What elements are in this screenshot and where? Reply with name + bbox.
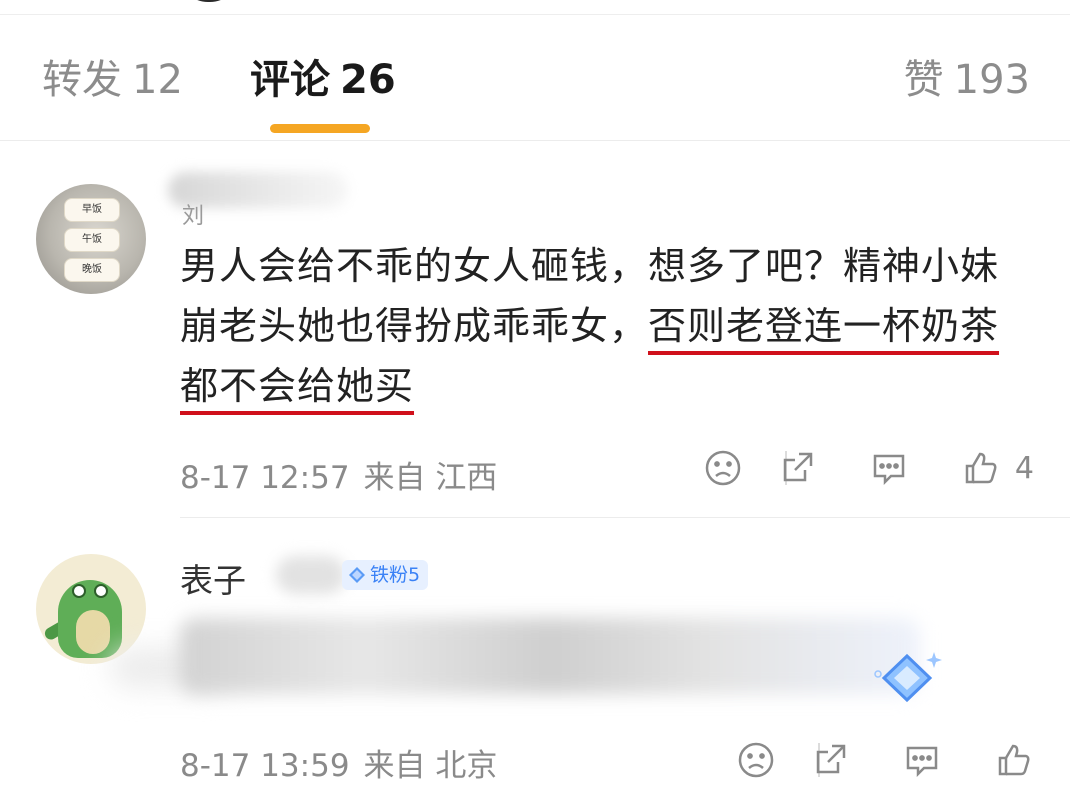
comment-actions: 4 bbox=[703, 446, 1034, 490]
avatar-label: 晚饭 bbox=[64, 258, 120, 282]
avatar-shape bbox=[94, 584, 108, 598]
share-icon bbox=[783, 452, 813, 482]
like-button[interactable]: 4 bbox=[961, 448, 1034, 488]
share-icon bbox=[816, 744, 846, 774]
like-button[interactable] bbox=[994, 740, 1034, 780]
comment-item: 表子 铁粉5 8-17 13:59 来自 北京 bbox=[0, 518, 1070, 810]
avatar[interactable]: 早饭 午饭 晚饭 bbox=[36, 184, 146, 294]
reply-button[interactable] bbox=[902, 740, 942, 780]
tab-repost[interactable]: 转发 12 bbox=[42, 54, 183, 106]
tab-likes-count: 193 bbox=[953, 57, 1030, 103]
divider bbox=[0, 14, 1070, 15]
tab-comments[interactable]: 评论 26 bbox=[250, 54, 396, 106]
sad-face-icon bbox=[705, 450, 741, 486]
share-button[interactable] bbox=[810, 740, 850, 780]
avatar-shape bbox=[76, 610, 110, 654]
tab-comments-count: 26 bbox=[340, 57, 396, 103]
tab-likes[interactable]: 赞 193 bbox=[904, 54, 1030, 106]
comment-location: 来自 江西 bbox=[363, 460, 498, 496]
tab-repost-count: 12 bbox=[132, 57, 183, 103]
username-fragment[interactable]: 刘 bbox=[182, 198, 204, 230]
thumbs-up-icon bbox=[965, 452, 997, 484]
avatar-label: 早饭 bbox=[64, 198, 120, 222]
active-tab-indicator bbox=[270, 124, 370, 133]
comment-icon bbox=[906, 746, 938, 778]
fan-badge-label: 铁粉5 bbox=[370, 564, 421, 586]
diamond-icon bbox=[349, 567, 365, 583]
comment-date: 8-17 13:59 bbox=[180, 748, 350, 784]
comment-icon bbox=[873, 454, 905, 486]
tab-comments-label: 评论 bbox=[250, 57, 330, 103]
dislike-button[interactable] bbox=[736, 740, 776, 780]
avatar-shape bbox=[72, 584, 86, 598]
previous-avatar-sliver bbox=[178, 0, 240, 2]
blurred-content bbox=[180, 618, 920, 694]
comment-meta: 8-17 12:57 来自 江西 bbox=[180, 452, 497, 497]
divider bbox=[0, 140, 1070, 141]
fan-badge[interactable]: 铁粉5 bbox=[342, 560, 429, 590]
thumbs-up-icon bbox=[998, 744, 1030, 776]
tab-bar: 转发 12 评论 26 赞 193 bbox=[0, 40, 1070, 140]
avatar-label: 午饭 bbox=[64, 228, 120, 252]
comment-location: 来自 北京 bbox=[363, 748, 498, 784]
dislike-button[interactable] bbox=[703, 448, 743, 488]
reply-button[interactable] bbox=[869, 448, 909, 488]
diamond-icon bbox=[874, 652, 942, 703]
share-button[interactable] bbox=[777, 448, 817, 488]
comment-meta: 8-17 13:59 来自 北京 bbox=[180, 740, 497, 785]
sad-face-icon bbox=[738, 742, 774, 778]
username[interactable]: 表子 bbox=[180, 554, 246, 602]
like-count: 4 bbox=[1014, 450, 1034, 486]
comment-actions bbox=[736, 738, 1034, 782]
comment-date: 8-17 12:57 bbox=[180, 460, 350, 496]
tab-repost-label: 转发 bbox=[42, 57, 122, 103]
comment-text: 男人会给不乖的女人砸钱，想多了吧？精神小妹崩老头她也得扮成乖乖女，否则老登连一杯… bbox=[180, 236, 1036, 416]
blurred-username bbox=[276, 556, 346, 594]
tab-likes-label: 赞 bbox=[903, 57, 944, 103]
comment-item: 早饭 午饭 晚饭 刘 男人会给不乖的女人砸钱，想多了吧？精神小妹崩老头她也得扮成… bbox=[0, 150, 1070, 518]
